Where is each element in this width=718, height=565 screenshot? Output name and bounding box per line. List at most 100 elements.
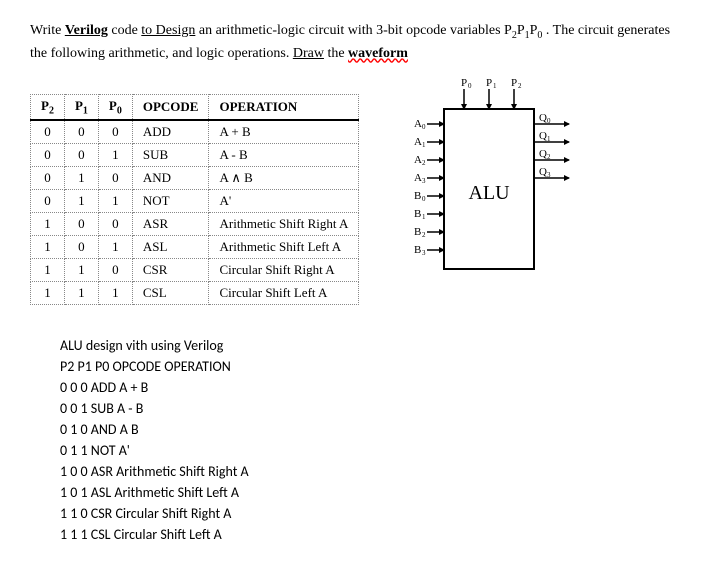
- alu-svg: ALU P0P1P2 A0A1A2A3B0B1B2B3 Q0Q1Q2Q3: [389, 74, 579, 284]
- in-label: B: [414, 190, 421, 202]
- in-label: B: [414, 226, 421, 238]
- summary-block: ALU design vith using Verilog P2 P1 P0 O…: [60, 335, 688, 545]
- in-label: A: [414, 154, 422, 166]
- cell-p0: 0: [98, 259, 132, 282]
- cell-p2: 0: [31, 167, 65, 190]
- table-row: 001SUBA - B: [31, 144, 359, 167]
- cell-p2: 1: [31, 236, 65, 259]
- cell-p0: 0: [98, 213, 132, 236]
- summary-line: 0 0 0 ADD A + B: [60, 377, 688, 398]
- alu-diagram: ALU P0P1P2 A0A1A2A3B0B1B2B3 Q0Q1Q2Q3: [389, 74, 579, 289]
- cell-p1: 0: [64, 144, 98, 167]
- in-sub: 2: [422, 231, 426, 239]
- summary-line: 0 1 1 NOT A': [60, 440, 688, 461]
- p-label: P: [511, 77, 517, 89]
- summary-line: 1 0 0 ASR Arithmetic Shift Right A: [60, 461, 688, 482]
- cell-p0: 1: [98, 190, 132, 213]
- cell-p1: 0: [64, 236, 98, 259]
- table-row: 100ASRArithmetic Shift Right A: [31, 213, 359, 236]
- prompt-draw: Draw: [293, 46, 324, 61]
- prompt-verilog: Verilog: [65, 23, 108, 38]
- summary-line: ALU design vith using Verilog: [60, 335, 688, 356]
- in-label: B: [414, 244, 421, 256]
- in-label: A: [414, 118, 422, 130]
- header-p0: P0: [98, 94, 132, 120]
- alu-label: ALU: [469, 182, 511, 204]
- cell-p2: 1: [31, 213, 65, 236]
- cell-operation: Circular Shift Left A: [209, 282, 359, 305]
- cell-operation: Arithmetic Shift Right A: [209, 213, 359, 236]
- in-sub: 1: [422, 141, 426, 149]
- cell-opcode: SUB: [132, 144, 209, 167]
- prompt-text: an arithmetic-logic circuit with 3-bit o…: [195, 23, 511, 38]
- in-label: A: [414, 172, 422, 184]
- cell-operation: Circular Shift Right A: [209, 259, 359, 282]
- in-sub: 1: [422, 213, 426, 221]
- cell-p2: 0: [31, 120, 65, 144]
- arrow-right-icon: [564, 139, 570, 145]
- in-label: A: [414, 136, 422, 148]
- cell-p1: 0: [64, 213, 98, 236]
- p-sub: 1: [493, 82, 497, 90]
- arrow-right-icon: [564, 157, 570, 163]
- prompt-waveform: waveform: [348, 46, 408, 61]
- summary-line: 1 0 1 ASL Arithmetic Shift Left A: [60, 482, 688, 503]
- cell-p1: 1: [64, 190, 98, 213]
- table-header-row: P2 P1 P0 OPCODE OPERATION: [31, 94, 359, 120]
- in-sub: 0: [422, 123, 426, 131]
- header-p1: P1: [64, 94, 98, 120]
- table-row: 110CSRCircular Shift Right A: [31, 259, 359, 282]
- in-sub: 3: [422, 249, 426, 257]
- cell-p1: 0: [64, 120, 98, 144]
- p-label: P: [461, 77, 467, 89]
- summary-line: 0 1 0 AND A B: [60, 419, 688, 440]
- out-label: Q: [539, 166, 547, 178]
- cell-p2: 0: [31, 190, 65, 213]
- cell-operation: A - B: [209, 144, 359, 167]
- question-prompt: Write Verilog code to Design an arithmet…: [30, 20, 688, 64]
- cell-operation: A': [209, 190, 359, 213]
- cell-opcode: CSL: [132, 282, 209, 305]
- arrow-right-icon: [564, 175, 570, 181]
- cell-p0: 1: [98, 144, 132, 167]
- cell-operation: A ∧ B: [209, 167, 359, 190]
- prompt-text: code: [108, 23, 141, 38]
- cell-p2: 0: [31, 144, 65, 167]
- content-row: P2 P1 P0 OPCODE OPERATION 000ADDA + B001…: [30, 94, 688, 306]
- table-row: 011NOTA': [31, 190, 359, 213]
- cell-opcode: ASR: [132, 213, 209, 236]
- prompt-text: the: [324, 46, 348, 61]
- p-sub: 2: [518, 82, 522, 90]
- cell-p1: 1: [64, 167, 98, 190]
- cell-operation: A + B: [209, 120, 359, 144]
- cell-p0: 0: [98, 120, 132, 144]
- header-opcode: OPCODE: [132, 94, 209, 120]
- out-label: Q: [539, 130, 547, 142]
- p-label: P: [486, 77, 492, 89]
- p-sub: 0: [468, 82, 472, 90]
- in-label: B: [414, 208, 421, 220]
- cell-p1: 1: [64, 282, 98, 305]
- out-label: Q: [539, 112, 547, 124]
- table-row: 000ADDA + B: [31, 120, 359, 144]
- in-sub: 2: [422, 159, 426, 167]
- cell-p0: 1: [98, 236, 132, 259]
- summary-line: 1 1 0 CSR Circular Shift Right A: [60, 503, 688, 524]
- summary-line: 0 0 1 SUB A - B: [60, 398, 688, 419]
- in-sub: 0: [422, 195, 426, 203]
- prompt-design: to Design: [141, 23, 195, 38]
- cell-opcode: ASL: [132, 236, 209, 259]
- arrow-right-icon: [564, 121, 570, 127]
- cell-operation: Arithmetic Shift Left A: [209, 236, 359, 259]
- cell-p0: 0: [98, 167, 132, 190]
- table-row: 111CSLCircular Shift Left A: [31, 282, 359, 305]
- cell-p2: 1: [31, 259, 65, 282]
- summary-line: P2 P1 P0 OPCODE OPERATION: [60, 356, 688, 377]
- cell-opcode: ADD: [132, 120, 209, 144]
- cell-p0: 1: [98, 282, 132, 305]
- in-sub: 3: [422, 177, 426, 185]
- cell-p1: 1: [64, 259, 98, 282]
- cell-opcode: CSR: [132, 259, 209, 282]
- opcode-table: P2 P1 P0 OPCODE OPERATION 000ADDA + B001…: [30, 94, 359, 306]
- out-label: Q: [539, 148, 547, 160]
